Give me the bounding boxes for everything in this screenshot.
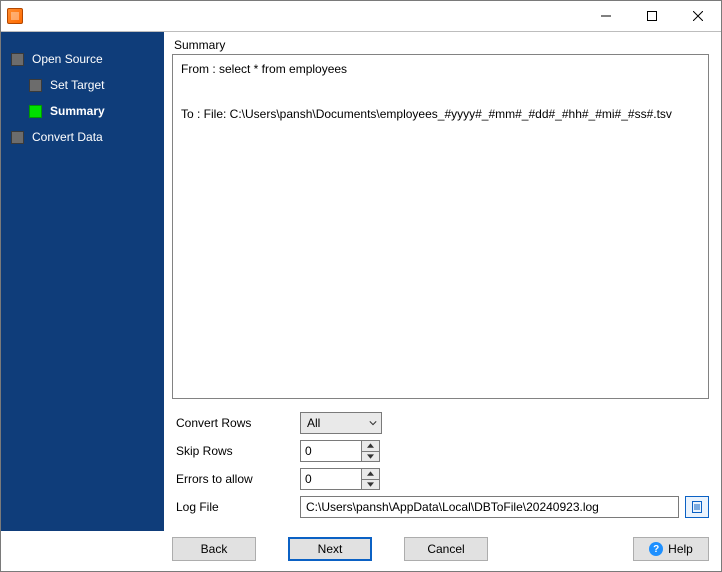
maximize-button[interactable] — [629, 1, 675, 31]
step-open-source[interactable]: Open Source — [1, 46, 164, 72]
errors-up[interactable] — [362, 469, 379, 480]
convert-rows-select[interactable]: All — [300, 412, 382, 434]
summary-to-line: To : File: C:\Users\pansh\Documents\empl… — [181, 106, 700, 123]
app-icon — [7, 8, 23, 24]
skip-rows-input[interactable] — [301, 441, 361, 461]
wizard-steps-sidebar: Open Source Set Target Summary Convert D… — [1, 32, 164, 531]
minimize-button[interactable] — [583, 1, 629, 31]
back-button[interactable]: Back — [172, 537, 256, 561]
errors-label: Errors to allow — [172, 472, 300, 486]
next-button[interactable]: Next — [288, 537, 372, 561]
convert-rows-label: Convert Rows — [172, 416, 300, 430]
main-panel: Summary From : select * from employees T… — [164, 32, 721, 531]
chevron-down-icon — [369, 419, 377, 427]
close-button[interactable] — [675, 1, 721, 31]
errors-spinner[interactable] — [300, 468, 380, 490]
log-file-input[interactable] — [300, 496, 679, 518]
cancel-button[interactable]: Cancel — [404, 537, 488, 561]
skip-rows-down[interactable] — [362, 452, 379, 462]
skip-rows-spinner[interactable] — [300, 440, 380, 462]
help-icon: ? — [649, 542, 663, 556]
titlebar — [1, 1, 721, 31]
summary-textarea[interactable]: From : select * from employees To : File… — [172, 54, 709, 399]
errors-down[interactable] — [362, 480, 379, 490]
document-icon — [690, 500, 704, 514]
wizard-button-row: Back Next Cancel ? Help — [1, 531, 721, 571]
summary-from-line: From : select * from employees — [181, 61, 700, 78]
help-button[interactable]: ? Help — [633, 537, 709, 561]
browse-log-button[interactable] — [685, 496, 709, 518]
step-convert-data[interactable]: Convert Data — [1, 124, 164, 150]
log-file-label: Log File — [172, 500, 300, 514]
summary-heading: Summary — [174, 38, 709, 52]
step-summary[interactable]: Summary — [1, 98, 164, 124]
errors-input[interactable] — [301, 469, 361, 489]
wizard-window: Open Source Set Target Summary Convert D… — [0, 0, 722, 572]
step-set-target[interactable]: Set Target — [1, 72, 164, 98]
options-form: Convert Rows All Skip Rows — [172, 409, 709, 521]
skip-rows-label: Skip Rows — [172, 444, 300, 458]
skip-rows-up[interactable] — [362, 441, 379, 452]
